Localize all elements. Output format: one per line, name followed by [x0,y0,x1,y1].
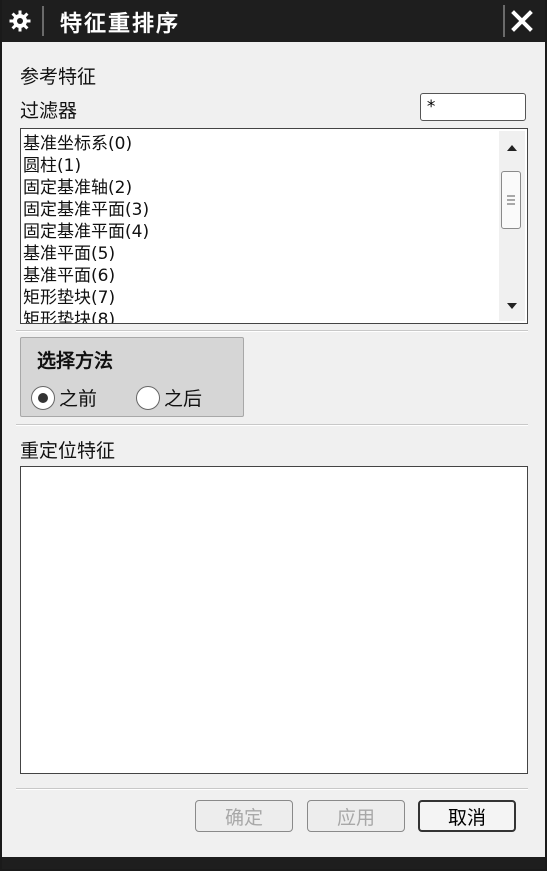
feature-reorder-dialog: 特征重排序 参考特征 过滤器 * 基准坐标系(0) 圆柱(1) 固定基准轴(2)… [0,0,547,871]
list-item[interactable]: 固定基准轴(2) [23,177,497,199]
scroll-down-button[interactable] [499,293,525,319]
radio-button-checked[interactable] [31,385,55,410]
reposition-feature-list[interactable] [20,466,528,774]
radio-after[interactable]: 之后 [136,384,202,411]
radio-after-label: 之后 [164,388,203,410]
list-item[interactable]: 基准坐标系(0) [23,133,497,155]
list-item[interactable]: 矩形垫块(8) [23,309,497,323]
title-separator [42,6,44,36]
gear-icon[interactable] [6,7,34,35]
ok-button[interactable]: 确定 [195,800,293,832]
reference-feature-list[interactable]: 基准坐标系(0) 圆柱(1) 固定基准轴(2) 固定基准平面(3) 固定基准平面… [20,128,528,324]
reference-feature-label: 参考特征 [20,66,97,88]
list-item[interactable]: 基准平面(6) [23,265,497,287]
arrow-up-icon [507,145,517,151]
grip-icon [507,195,515,205]
list-item[interactable]: 圆柱(1) [23,155,497,177]
list-item[interactable]: 固定基准平面(4) [23,221,497,243]
list-item[interactable]: 基准平面(5) [23,243,497,265]
filter-label: 过滤器 [20,100,78,122]
title-bar: 特征重排序 [2,0,545,42]
selection-method-title: 选择方法 [37,350,114,372]
list-item[interactable]: 矩形垫块(7) [23,287,497,309]
radio-dot [38,392,48,403]
close-icon [511,10,533,32]
apply-button[interactable]: 应用 [307,800,405,832]
divider [16,330,528,332]
radio-before-label: 之前 [59,388,98,410]
window-title: 特征重排序 [60,12,181,37]
radio-button-unchecked[interactable] [136,385,160,410]
scroll-up-button[interactable] [499,135,525,161]
window-bottom-border [2,857,545,869]
divider [16,424,528,426]
reference-feature-items: 基准坐标系(0) 圆柱(1) 固定基准轴(2) 固定基准平面(3) 固定基准平面… [23,133,497,323]
scroll-thumb[interactable] [501,171,521,229]
filter-input[interactable]: * [420,93,526,121]
cancel-button[interactable]: 取消 [418,800,516,832]
close-button[interactable] [503,5,539,37]
reposition-feature-label: 重定位特征 [20,440,116,462]
list-scrollbar[interactable] [499,131,525,321]
list-item[interactable]: 固定基准平面(3) [23,199,497,221]
selection-method-group: 选择方法 之前 之后 [20,337,244,417]
divider [16,788,528,790]
arrow-down-icon [507,303,517,309]
radio-before[interactable]: 之前 [31,384,97,411]
